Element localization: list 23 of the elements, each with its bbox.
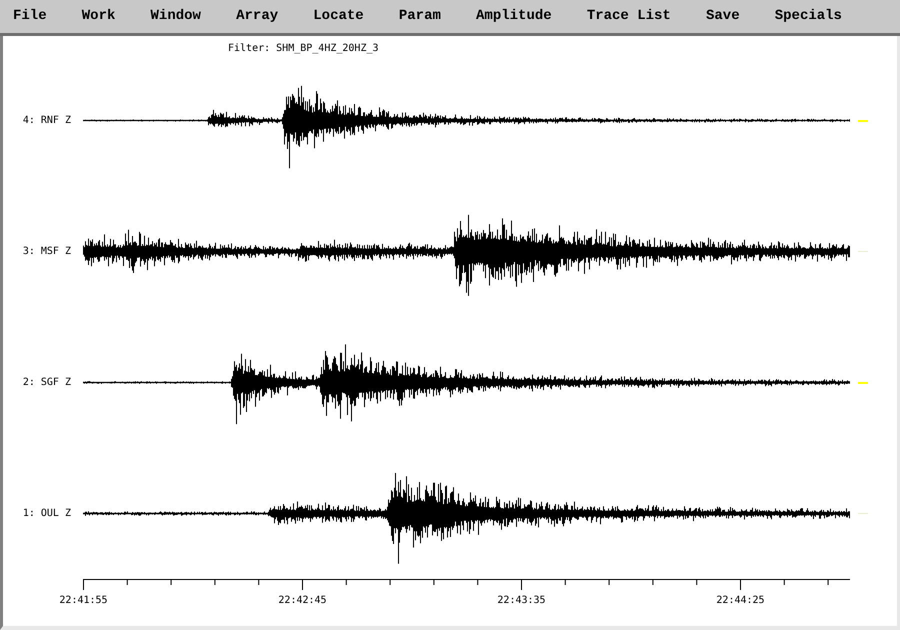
menu-item[interactable]: Amplitude xyxy=(476,6,552,27)
menu-item[interactable]: Window xyxy=(150,6,201,27)
trace-label: 2: SGF Z xyxy=(22,376,71,390)
trace-marker[interactable] xyxy=(858,513,868,514)
menu-item[interactable]: Trace List xyxy=(586,6,671,27)
menu-item[interactable]: Specials xyxy=(774,6,842,27)
time-tick-label: 22:42:45 xyxy=(278,594,327,608)
time-tick-label: 22:41:55 xyxy=(59,594,108,608)
trace-label: 3: MSF Z xyxy=(22,245,71,259)
trace-marker[interactable] xyxy=(858,251,868,252)
trace-label: 4: RNF Z xyxy=(22,114,71,128)
time-tick-label: 22:44:25 xyxy=(716,594,765,608)
menu-item[interactable]: Param xyxy=(398,6,441,27)
menu-item[interactable]: Work xyxy=(82,6,116,27)
menu-item[interactable]: Save xyxy=(706,6,740,27)
trace-marker[interactable] xyxy=(858,120,868,122)
time-tick-label: 22:43:35 xyxy=(497,594,546,608)
menu-item[interactable]: Array xyxy=(236,6,278,27)
trace-marker[interactable] xyxy=(858,382,868,384)
menu-item[interactable]: Locate xyxy=(313,6,364,27)
trace-label: 1: OUL Z xyxy=(22,507,71,521)
menu-item[interactable]: File xyxy=(13,6,47,27)
filter-label: Filter: SHM_BP_4HZ_20HZ_3 xyxy=(228,43,379,55)
